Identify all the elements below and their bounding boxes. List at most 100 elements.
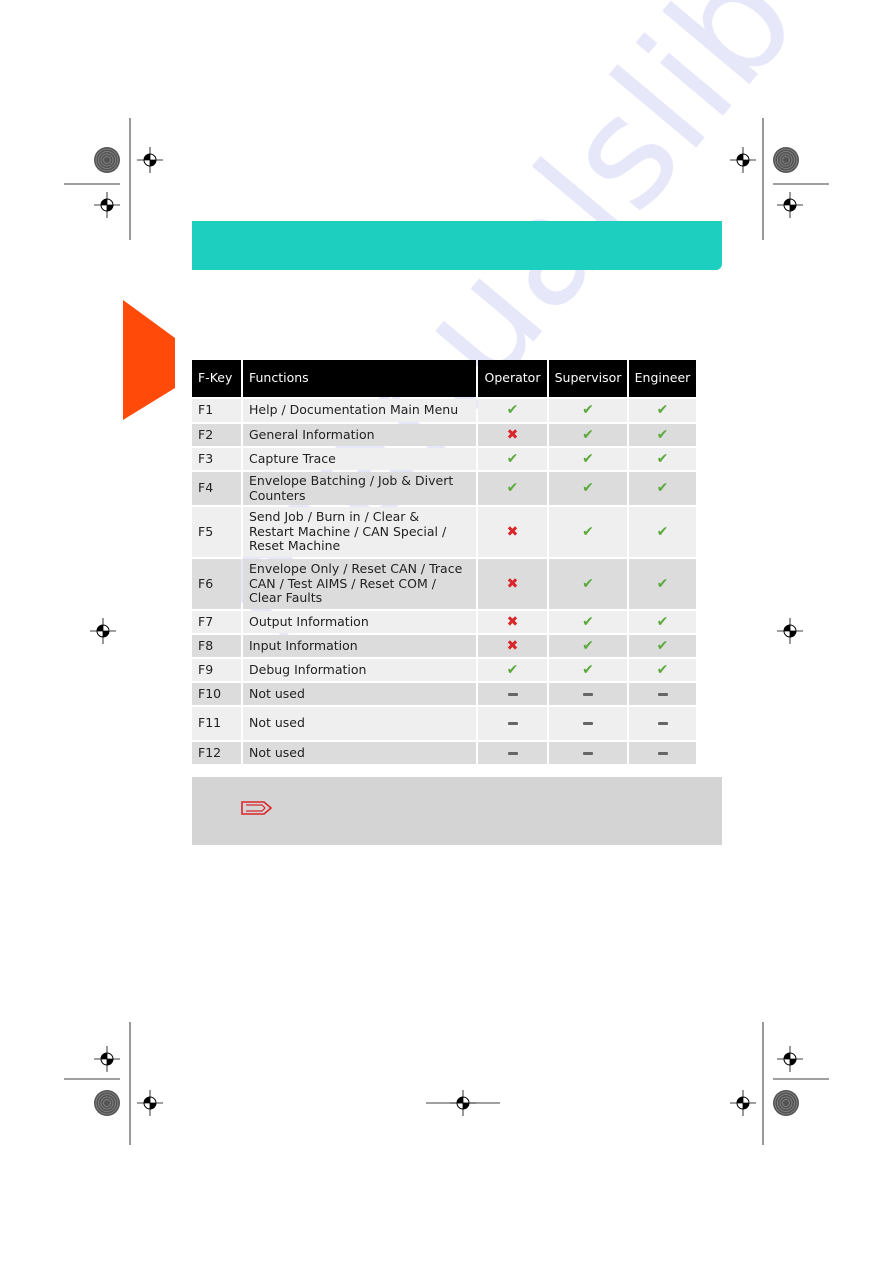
- note-box: [192, 777, 722, 845]
- check-icon: ✔: [656, 661, 669, 678]
- column-header: F-Key: [192, 360, 241, 397]
- check-icon: ✔: [656, 402, 669, 419]
- table-row: F5 Send Job / Burn in / Clear & Restart M…: [192, 507, 696, 557]
- table-row: F6 Envelope Only / Reset CAN / Trace CAN …: [192, 559, 696, 609]
- check-icon: ✔: [656, 480, 669, 497]
- engineer-access-cell: ✔: [629, 659, 696, 681]
- function-cell: Envelope Only / Reset CAN / Trace CAN / …: [243, 559, 476, 609]
- function-cell: Output Information: [243, 611, 476, 633]
- table-row: F9 Debug Information ✔ ✔ ✔: [192, 659, 696, 681]
- supervisor-access-cell: ✔: [549, 611, 627, 633]
- operator-access-cell: ✖: [478, 559, 547, 609]
- operator-access-cell: ✖: [478, 424, 547, 446]
- supervisor-access-cell: ✔: [549, 399, 627, 422]
- operator-access-cell: ✔: [478, 399, 547, 422]
- check-icon: ✔: [656, 426, 669, 443]
- table-header-row: F-Key Functions Operator Supervisor Engineer: [192, 360, 696, 397]
- engineer-access-cell: ✔: [629, 611, 696, 633]
- column-header: Supervisor: [549, 360, 627, 397]
- function-cell: Help / Documentation Main Menu: [243, 399, 476, 422]
- table-row: F10 Not used: [192, 683, 696, 705]
- column-header: Engineer: [629, 360, 696, 397]
- engineer-access-cell: ✔: [629, 472, 696, 505]
- supervisor-access-cell: ✔: [549, 507, 627, 557]
- table-row: F7 Output Information ✖ ✔ ✔: [192, 611, 696, 633]
- operator-access-cell: [478, 707, 547, 740]
- check-icon: ✔: [656, 613, 669, 630]
- fkey-cell: F2: [192, 424, 241, 446]
- chapter-side-tab: [123, 300, 175, 420]
- dash-icon: [583, 722, 593, 725]
- operator-access-cell: ✔: [478, 448, 547, 470]
- engineer-access-cell: ✔: [629, 635, 696, 657]
- section-header-bar: [192, 221, 722, 270]
- check-icon: ✔: [506, 661, 519, 678]
- table-row: F2 General Information ✖ ✔ ✔: [192, 424, 696, 446]
- supervisor-access-cell: [549, 707, 627, 740]
- supervisor-access-cell: ✔: [549, 424, 627, 446]
- check-icon: ✔: [582, 480, 594, 497]
- dash-icon: [507, 692, 518, 696]
- dash-icon: [507, 751, 518, 755]
- fkey-cell: F5: [192, 507, 241, 557]
- fkey-cell: F7: [192, 611, 241, 633]
- function-cell: Not used: [243, 742, 476, 764]
- check-icon: ✔: [656, 450, 669, 467]
- operator-access-cell: [478, 742, 547, 764]
- table-row: F3 Capture Trace ✔ ✔ ✔: [192, 448, 696, 470]
- function-cell: Input Information: [243, 635, 476, 657]
- operator-access-cell: [478, 683, 547, 705]
- dash-icon: [657, 722, 668, 725]
- table-row: F11 Not used: [192, 707, 696, 740]
- fkey-cell: F8: [192, 635, 241, 657]
- supervisor-access-cell: [549, 742, 627, 764]
- function-cell: Envelope Batching / Job & Divert Counter…: [243, 472, 476, 505]
- cross-icon: ✖: [506, 426, 519, 443]
- check-icon: ✔: [506, 450, 519, 467]
- operator-access-cell: ✔: [478, 659, 547, 681]
- table-row: F1 Help / Documentation Main Menu ✔ ✔ ✔: [192, 399, 696, 422]
- paperclip-note-icon: [241, 801, 273, 815]
- engineer-access-cell: ✔: [629, 559, 696, 609]
- supervisor-access-cell: [549, 683, 627, 705]
- engineer-access-cell: ✔: [629, 424, 696, 446]
- function-cell: Not used: [243, 683, 476, 705]
- function-cell: Not used: [243, 707, 476, 740]
- dash-icon: [507, 722, 518, 725]
- cross-icon: ✖: [506, 523, 519, 540]
- check-icon: ✔: [582, 613, 594, 630]
- operator-access-cell: ✖: [478, 635, 547, 657]
- supervisor-access-cell: ✔: [549, 559, 627, 609]
- supervisor-access-cell: ✔: [549, 659, 627, 681]
- fkey-cell: F10: [192, 683, 241, 705]
- table-row: F4 Envelope Batching / Job & Divert Count…: [192, 472, 696, 505]
- check-icon: ✔: [582, 575, 594, 592]
- column-header: Functions: [243, 360, 476, 397]
- engineer-access-cell: [629, 683, 696, 705]
- check-icon: ✔: [582, 637, 594, 654]
- supervisor-access-cell: ✔: [549, 635, 627, 657]
- engineer-access-cell: ✔: [629, 507, 696, 557]
- operator-access-cell: ✖: [478, 507, 547, 557]
- check-icon: ✔: [582, 523, 594, 540]
- function-cell: Send Job / Burn in / Clear & Restart Mac…: [243, 507, 476, 557]
- engineer-access-cell: [629, 707, 696, 740]
- function-cell: Debug Information: [243, 659, 476, 681]
- supervisor-access-cell: ✔: [549, 448, 627, 470]
- check-icon: ✔: [656, 637, 669, 654]
- supervisor-access-cell: ✔: [549, 472, 627, 505]
- function-cell: General Information: [243, 424, 476, 446]
- fkey-cell: F3: [192, 448, 241, 470]
- engineer-access-cell: [629, 742, 696, 764]
- dash-icon: [657, 692, 668, 696]
- fkey-cell: F9: [192, 659, 241, 681]
- engineer-access-cell: ✔: [629, 399, 696, 422]
- check-icon: ✔: [582, 426, 594, 443]
- cross-icon: ✖: [506, 613, 519, 630]
- check-icon: ✔: [582, 661, 594, 678]
- operator-access-cell: ✖: [478, 611, 547, 633]
- check-icon: ✔: [582, 402, 594, 419]
- table-row: F8 Input Information ✖ ✔ ✔: [192, 635, 696, 657]
- table-row: F12 Not used: [192, 742, 696, 764]
- dash-icon: [583, 751, 593, 755]
